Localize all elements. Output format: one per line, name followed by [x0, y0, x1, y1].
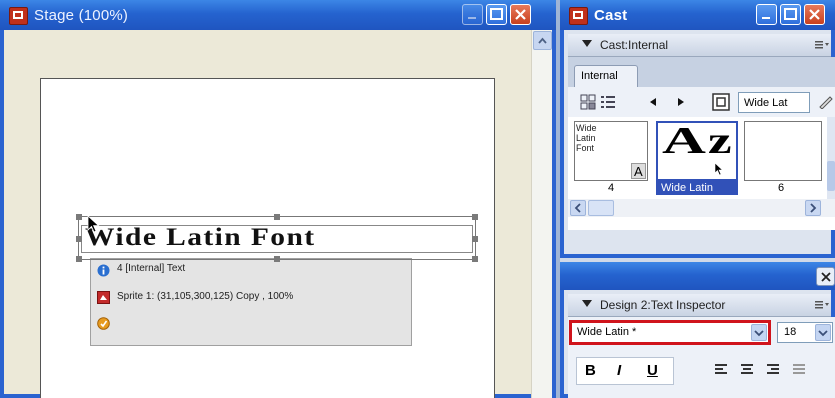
stage-minimize-button[interactable] — [462, 4, 483, 25]
cast-horizontal-scrollbar[interactable] — [568, 199, 835, 217]
cast-title: Cast — [594, 7, 628, 24]
font-dropdown-button[interactable] — [751, 324, 767, 341]
cast-panel-header[interactable]: Cast:Internal — [568, 34, 831, 57]
mouse-pointer-icon — [87, 215, 101, 238]
tab-internal[interactable]: Internal — [574, 65, 638, 88]
text-sprite[interactable]: Wide Latin Font — [76, 214, 478, 262]
info-icon — [97, 264, 110, 282]
stage-maximize-button[interactable] — [486, 4, 507, 25]
scroll-right-arrow-icon — [810, 203, 817, 213]
cast-toolbar: Wide Lat — [568, 87, 835, 117]
scroll-thumb[interactable] — [588, 200, 614, 216]
stage-window: Stage (100%) 4 [Internal] Text Sprite 1:… — [0, 0, 556, 398]
cast-thumbnail-5[interactable]: A z — [656, 121, 738, 181]
panel-splitter[interactable] — [556, 0, 560, 398]
align-justify-icon[interactable] — [792, 363, 806, 377]
text-sprite-label: Wide Latin Font — [85, 224, 316, 251]
cast-thumbnail-area: Wide Latin Font A 4 A z Wide Latin 6 — [568, 117, 835, 230]
cast-minimize-button[interactable] — [756, 4, 777, 25]
cast-close-button[interactable] — [804, 4, 825, 25]
cast-tab-strip: Internal — [568, 57, 835, 88]
chevron-down-icon — [754, 330, 764, 337]
stage-close-button[interactable] — [510, 4, 531, 25]
director-app-icon — [569, 7, 588, 25]
font-size-select[interactable]: 18 — [777, 322, 833, 343]
mouse-pointer-icon — [714, 162, 724, 176]
cast-titlebar[interactable]: Cast — [560, 0, 835, 30]
scroll-up-arrow-icon — [538, 37, 547, 44]
align-left-icon[interactable] — [714, 363, 728, 377]
sprite-properties-text: Sprite 1: (31,105,300,125) Copy , 100% — [117, 291, 294, 302]
selection-handle[interactable] — [76, 256, 82, 262]
bold-button[interactable]: B — [585, 362, 596, 379]
scroll-right-button[interactable] — [805, 200, 821, 216]
cast-maximize-button[interactable] — [780, 4, 801, 25]
thumbnail-caption: Wide Latin Font — [576, 123, 597, 153]
scroll-left-arrow-icon — [574, 203, 581, 213]
text-inspector-header[interactable]: Design 2:Text Inspector — [568, 294, 831, 317]
stage-title: Stage (100%) — [34, 7, 129, 24]
stage-titlebar[interactable]: Stage (100%) — [0, 0, 556, 30]
chevron-down-icon — [818, 330, 828, 337]
underline-button[interactable]: U — [647, 362, 658, 379]
cast-window: Cast Cast:Internal Internal Wide Lat Wid… — [560, 0, 835, 258]
font-size-dropdown-button[interactable] — [815, 324, 831, 341]
font-size-value: 18 — [784, 326, 797, 338]
tab-internal-label: Internal — [581, 70, 618, 82]
inspector-close-button[interactable] — [816, 267, 835, 286]
sprite-cast-member-text: 4 [Internal] Text — [117, 263, 186, 274]
inspector-titlebar[interactable] — [560, 262, 835, 290]
font-select[interactable]: Wide Latin * — [569, 320, 771, 345]
cast-panel-title: Cast:Internal — [600, 38, 669, 52]
align-center-icon[interactable] — [740, 363, 754, 377]
thumbnail-number: 6 — [778, 182, 785, 194]
inspector-body: Wide Latin * 18 B I U — [568, 317, 835, 398]
sprite-icon — [97, 291, 110, 309]
style-button-group: B I U — [576, 357, 674, 385]
cast-thumbnail-4[interactable]: Wide Latin Font A — [574, 121, 648, 181]
text-member-icon: A — [631, 163, 646, 179]
panel-options-icon[interactable] — [815, 40, 829, 50]
thumbnail-number: 4 — [608, 182, 615, 194]
text-inspector-window: Design 2:Text Inspector Wide Latin * 18 … — [560, 262, 835, 398]
panel-options-icon[interactable] — [815, 300, 829, 310]
selection-handle[interactable] — [472, 214, 478, 220]
italic-button[interactable]: I — [617, 362, 621, 379]
cast-view-style-icon[interactable] — [580, 94, 596, 110]
cast-vertical-scrollbar[interactable] — [827, 117, 835, 199]
previous-member-icon[interactable] — [648, 97, 658, 107]
scroll-thumb[interactable] — [827, 161, 835, 191]
list-view-icon[interactable] — [600, 94, 616, 110]
member-properties-icon[interactable] — [712, 93, 730, 111]
selection-handle[interactable] — [472, 236, 478, 242]
collapse-triangle-icon — [582, 40, 592, 47]
thumbnail-glyph-partial: z — [708, 121, 732, 162]
cast-member-name-value: Wide Lat — [744, 97, 788, 109]
cast-member-name-field[interactable]: Wide Lat — [738, 92, 810, 113]
behavior-icon — [97, 317, 110, 335]
selection-handle[interactable] — [76, 236, 82, 242]
next-member-icon[interactable] — [676, 97, 686, 107]
text-inspector-title: Design 2:Text Inspector — [600, 298, 726, 312]
selection-handle[interactable] — [274, 256, 280, 262]
selection-handle[interactable] — [472, 256, 478, 262]
font-select-value: Wide Latin * — [577, 326, 637, 338]
scroll-up-button[interactable] — [533, 31, 552, 50]
director-app-icon — [9, 7, 28, 25]
script-icon[interactable] — [818, 95, 834, 109]
sprite-info-overlay: 4 [Internal] Text Sprite 1: (31,105,300,… — [90, 258, 412, 346]
selection-handle[interactable] — [76, 214, 82, 220]
selected-member-label: Wide Latin — [656, 181, 738, 195]
scroll-left-button[interactable] — [570, 200, 586, 216]
stage-vertical-scrollbar[interactable] — [531, 30, 552, 398]
collapse-triangle-icon — [582, 300, 592, 307]
align-right-icon[interactable] — [766, 363, 780, 377]
selection-handle[interactable] — [274, 214, 280, 220]
cast-thumbnail-6[interactable] — [744, 121, 822, 181]
